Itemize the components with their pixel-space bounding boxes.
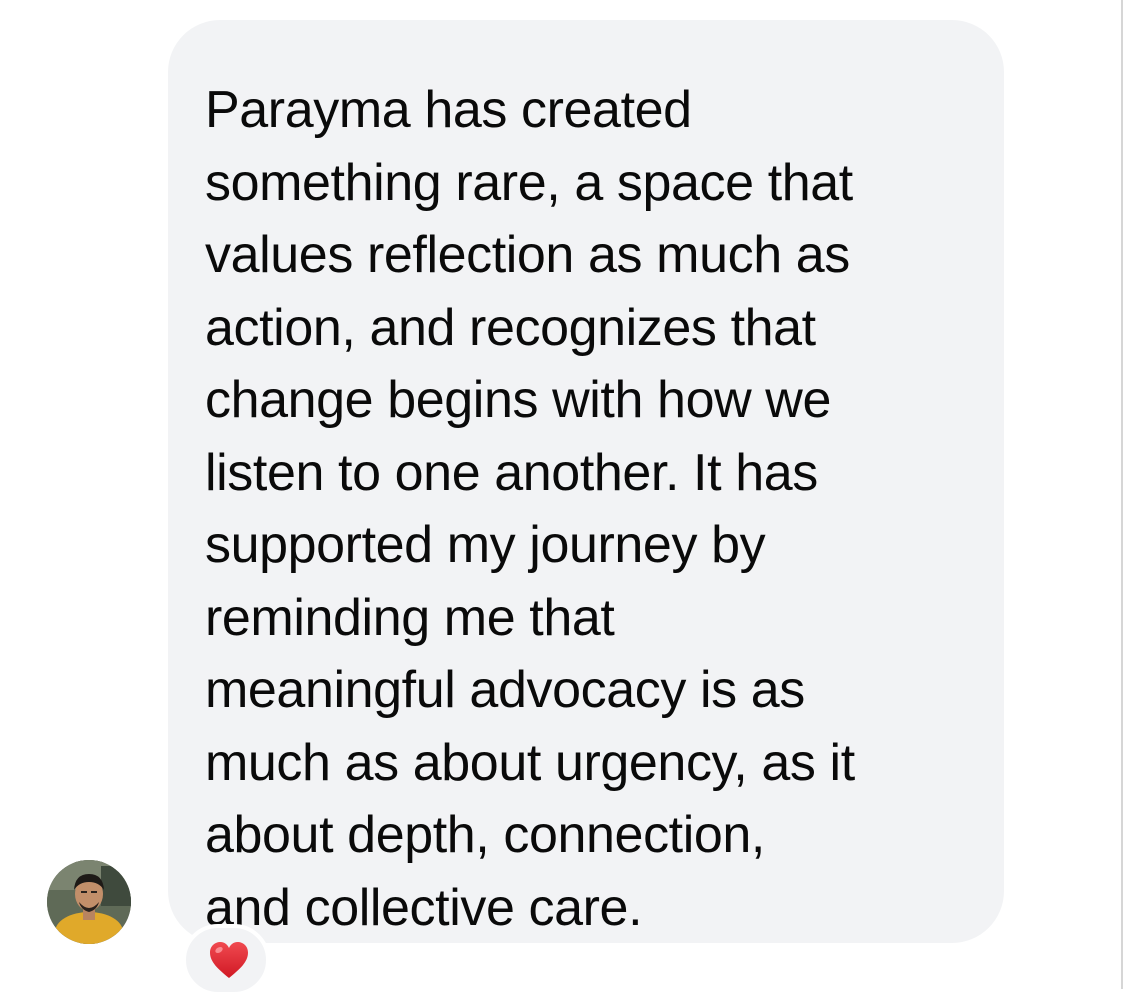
message-row: Parayma has created something rare, a sp…	[0, 0, 1120, 996]
sender-avatar[interactable]	[47, 860, 131, 944]
reaction-badge[interactable]	[182, 924, 270, 996]
user-photo-avatar-icon	[47, 860, 131, 944]
message-text: Parayma has created something rare, a sp…	[205, 81, 855, 937]
message-bubble[interactable]: Parayma has created something rare, a sp…	[168, 20, 1004, 943]
red-heart-icon	[210, 942, 248, 978]
window-edge-divider	[1121, 0, 1123, 989]
